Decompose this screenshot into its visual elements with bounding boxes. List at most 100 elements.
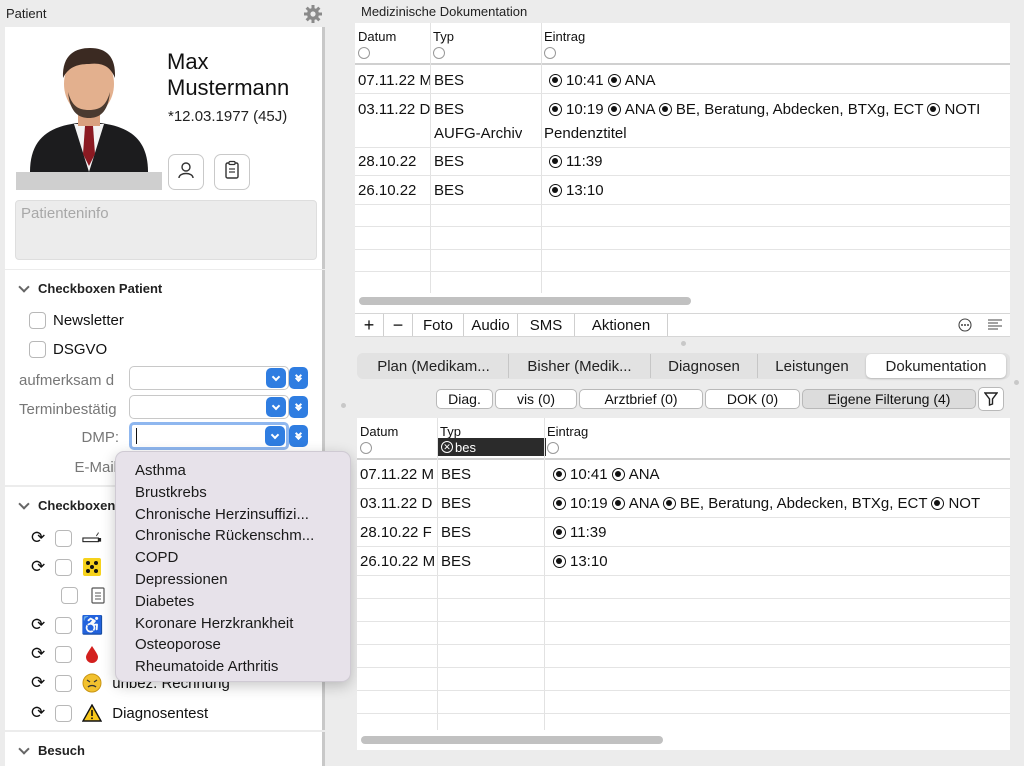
checkbox[interactable] xyxy=(55,529,73,547)
checkbox-row[interactable] xyxy=(61,585,108,605)
more-icon[interactable] xyxy=(950,314,980,336)
add-button[interactable]: + xyxy=(355,314,384,336)
filter-radio[interactable] xyxy=(547,442,559,454)
column-header-eintrag[interactable]: Eintrag xyxy=(544,29,585,44)
horizontal-scrollbar[interactable] xyxy=(361,736,663,744)
sms-button[interactable]: SMS xyxy=(518,314,575,336)
table-row[interactable]: 03.11.22 D BES 10:19 ANA BE, Beratung, A… xyxy=(357,493,1010,515)
tab-plan[interactable]: Plan (Medikam... xyxy=(359,354,509,378)
aktionen-button[interactable]: Aktionen xyxy=(575,314,668,336)
table-row[interactable]: 26.10.22 M BES 13:10 xyxy=(357,551,1010,573)
dropdown-option[interactable]: Koronare Herzkrankheit xyxy=(116,613,350,635)
typ-filter-input[interactable]: ✕ bes xyxy=(438,438,546,456)
sync-icon[interactable]: ⟳ xyxy=(31,644,45,664)
section-header[interactable]: Checkboxen Patient xyxy=(17,280,162,296)
horizontal-scrollbar[interactable] xyxy=(359,297,691,305)
tab-leistungen[interactable]: Leistungen xyxy=(758,354,866,378)
checkbox-row[interactable]: DSGVO xyxy=(29,341,107,358)
dropdown-option[interactable]: Diabetes xyxy=(116,591,350,613)
checkbox[interactable] xyxy=(61,586,78,604)
checkbox-row[interactable]: ⟳ xyxy=(31,644,102,664)
sync-icon[interactable]: ⟳ xyxy=(31,703,45,723)
table-row[interactable]: 03.11.22 D BES 10:19 ANA BE, Beratung, A… xyxy=(355,99,1010,121)
gear-icon[interactable] xyxy=(303,4,323,24)
filter-arztbrief-button[interactable]: Arztbrief (0) xyxy=(579,389,703,409)
splitter-handle[interactable] xyxy=(1014,380,1019,385)
double-chevron-icon[interactable] xyxy=(289,425,308,447)
filter-eigene-button[interactable]: Eigene Filterung (4) xyxy=(802,389,976,409)
table-row[interactable]: 28.10.22 F BES 11:39 xyxy=(357,522,1010,544)
filter-radio[interactable] xyxy=(433,47,445,59)
filter-diag-button[interactable]: Diag. xyxy=(436,389,493,409)
section-header[interactable]: Besuch xyxy=(17,742,85,758)
sync-icon[interactable]: ⟳ xyxy=(31,673,45,693)
tab-diagnosen[interactable]: Diagnosen xyxy=(651,354,758,378)
dropdown-option[interactable]: Chronische Herzinsuffizi... xyxy=(116,504,350,526)
checkbox-row[interactable]: ⟳ ♿ xyxy=(31,615,103,635)
filter-radio[interactable] xyxy=(544,47,556,59)
section-header[interactable]: Checkboxen xyxy=(17,497,115,513)
aufmerksam-combo[interactable] xyxy=(129,366,289,390)
bullet-icon xyxy=(662,497,676,510)
filter-vis-button[interactable]: vis (0) xyxy=(495,389,577,409)
sync-icon[interactable]: ⟳ xyxy=(31,557,45,577)
table-row[interactable]: 07.11.22 M BES 10:41 ANA xyxy=(357,464,1010,486)
splitter-handle[interactable] xyxy=(681,341,686,346)
dsgvo-checkbox[interactable] xyxy=(29,341,46,358)
tab-bisher[interactable]: Bisher (Medik... xyxy=(509,354,651,378)
chevron-down-icon[interactable] xyxy=(266,368,286,388)
dropdown-option[interactable]: Brustkrebs xyxy=(116,482,350,504)
double-chevron-icon[interactable] xyxy=(289,396,308,418)
checkbox-row[interactable]: ⟳ xyxy=(31,528,102,548)
chevron-down-icon[interactable] xyxy=(265,426,285,446)
table-row[interactable]: AUFG-Archiv Pendenztitel xyxy=(355,123,1010,145)
terminbestaetigung-combo[interactable] xyxy=(129,395,289,419)
newsletter-checkbox[interactable] xyxy=(29,312,46,329)
column-header-typ[interactable]: Typ xyxy=(440,424,461,439)
text-align-icon[interactable] xyxy=(980,314,1010,336)
yellow-dots-icon xyxy=(82,557,102,577)
dropdown-option[interactable]: Asthma xyxy=(116,460,350,482)
dropdown-option[interactable]: Osteoporose xyxy=(116,634,350,656)
dropdown-option[interactable]: Chronische Rückenschm... xyxy=(116,525,350,547)
sync-icon[interactable]: ⟳ xyxy=(31,615,45,635)
column-header-datum[interactable]: Datum xyxy=(358,29,396,44)
dropdown-option[interactable]: Rheumatoide Arthritis xyxy=(116,656,350,678)
checkbox-row[interactable]: Newsletter xyxy=(29,312,124,329)
clipboard-icon xyxy=(222,160,242,185)
tab-dokumentation[interactable]: Dokumentation xyxy=(866,354,1006,378)
remove-button[interactable]: − xyxy=(384,314,413,336)
checkbox-row[interactable]: ⟳ Diagnosentest xyxy=(31,703,208,723)
filter-radio[interactable] xyxy=(358,47,370,59)
person-button[interactable] xyxy=(168,154,204,190)
checkbox[interactable] xyxy=(55,704,73,722)
dmp-combo[interactable] xyxy=(129,422,289,450)
table-row[interactable]: 28.10.22 BES 11:39 xyxy=(355,151,1010,173)
column-header-eintrag[interactable]: Eintrag xyxy=(547,424,588,439)
filter-radio[interactable] xyxy=(360,442,372,454)
checkbox[interactable] xyxy=(55,558,73,576)
double-chevron-icon[interactable] xyxy=(289,367,308,389)
foto-button[interactable]: Foto xyxy=(413,314,464,336)
clipboard-button[interactable] xyxy=(214,154,250,190)
checkbox[interactable] xyxy=(55,645,73,663)
column-header-datum[interactable]: Datum xyxy=(360,424,398,439)
splitter-handle[interactable] xyxy=(341,403,346,408)
chevron-down-icon[interactable] xyxy=(266,397,286,417)
dropdown-option[interactable]: Depressionen xyxy=(116,569,350,591)
table-row[interactable]: 07.11.22 M BES 10:41 ANA xyxy=(355,70,1010,92)
table-row[interactable]: 26.10.22 BES 13:10 xyxy=(355,180,1010,202)
filter-icon[interactable] xyxy=(978,387,1004,411)
cell-typ: BES xyxy=(441,553,472,570)
checkbox[interactable] xyxy=(55,674,73,692)
patient-info-field[interactable]: Patienteninfo xyxy=(15,200,317,260)
clear-icon[interactable]: ✕ xyxy=(441,441,453,453)
cell-typ: AUFG-Archiv xyxy=(434,125,523,142)
filter-dok-button[interactable]: DOK (0) xyxy=(705,389,800,409)
column-header-typ[interactable]: Typ xyxy=(433,29,454,44)
checkbox[interactable] xyxy=(55,616,73,634)
sync-icon[interactable]: ⟳ xyxy=(31,528,45,548)
checkbox-row[interactable]: ⟳ xyxy=(31,557,102,577)
audio-button[interactable]: Audio xyxy=(464,314,518,336)
dropdown-option[interactable]: COPD xyxy=(116,547,350,569)
